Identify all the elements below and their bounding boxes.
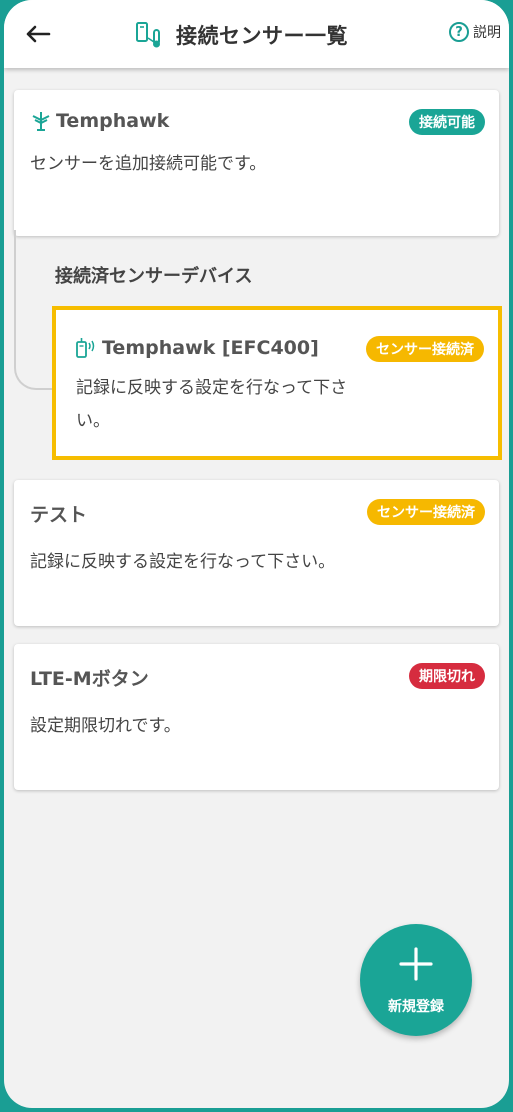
help-icon: ? — [449, 22, 469, 42]
gateway-antenna-icon — [32, 112, 50, 131]
sensor-card-test[interactable]: テスト センサー接続済 記録に反映する設定を行なって下さい。 — [14, 480, 499, 626]
connected-device-card[interactable]: Temphawk [EFC400] センサー接続済 記録に反映する設定を行なって… — [52, 306, 502, 460]
sensor-card-description: 設定期限切れです。 — [30, 716, 181, 736]
help-label: 説明 — [473, 25, 501, 41]
tree-connector-line — [14, 230, 54, 390]
sensor-card-title: LTE-Mボタン — [30, 668, 149, 690]
page-title-group: 接続センサー一覧 — [134, 18, 348, 52]
sensor-card-lte-m[interactable]: LTE-Mボタン 期限切れ 設定期限切れです。 — [14, 644, 499, 790]
description-line: い。 — [76, 411, 110, 431]
add-new-label: 新規登録 — [388, 999, 444, 1015]
description-line: 記録に反映する設定を行なって下さ — [76, 378, 348, 398]
sensor-card-description: 記録に反映する設定を行なって下さい。 — [30, 552, 336, 572]
gateway-title: Temphawk — [30, 110, 169, 132]
add-new-button[interactable]: 新規登録 — [360, 924, 472, 1036]
status-badge: センサー接続済 — [366, 336, 484, 362]
app-frame: 接続センサー一覧 ? 説明 Temphawk 接続可能 センサーを追加接続可能で… — [4, 0, 509, 1108]
connected-device-title: Temphawk [EFC400] — [74, 336, 319, 360]
page-title: 接続センサー一覧 — [176, 24, 348, 48]
connected-device-description: 記録に反映する設定を行なって下さ い。 — [76, 372, 347, 438]
back-button[interactable] — [22, 18, 54, 50]
status-badge: 期限切れ — [409, 663, 485, 689]
app-header: 接続センサー一覧 ? 説明 — [4, 0, 509, 68]
sensor-signal-icon — [76, 338, 95, 358]
plus-icon — [399, 947, 433, 981]
back-arrow-icon — [26, 25, 51, 43]
status-badge: 接続可能 — [409, 109, 485, 135]
help-button[interactable]: ? 説明 — [449, 22, 501, 42]
status-badge: センサー接続済 — [367, 499, 485, 525]
gateway-card[interactable]: Temphawk 接続可能 センサーを追加接続可能です。 — [14, 90, 499, 236]
connected-device-name: Temphawk [EFC400] — [102, 337, 319, 359]
gateway-name: Temphawk — [56, 110, 170, 132]
sensor-card-title: テスト — [30, 504, 88, 526]
gateway-description: センサーを追加接続可能です。 — [30, 154, 267, 174]
connected-section-heading: 接続済センサーデバイス — [55, 266, 253, 287]
sensor-list-icon — [136, 22, 160, 48]
